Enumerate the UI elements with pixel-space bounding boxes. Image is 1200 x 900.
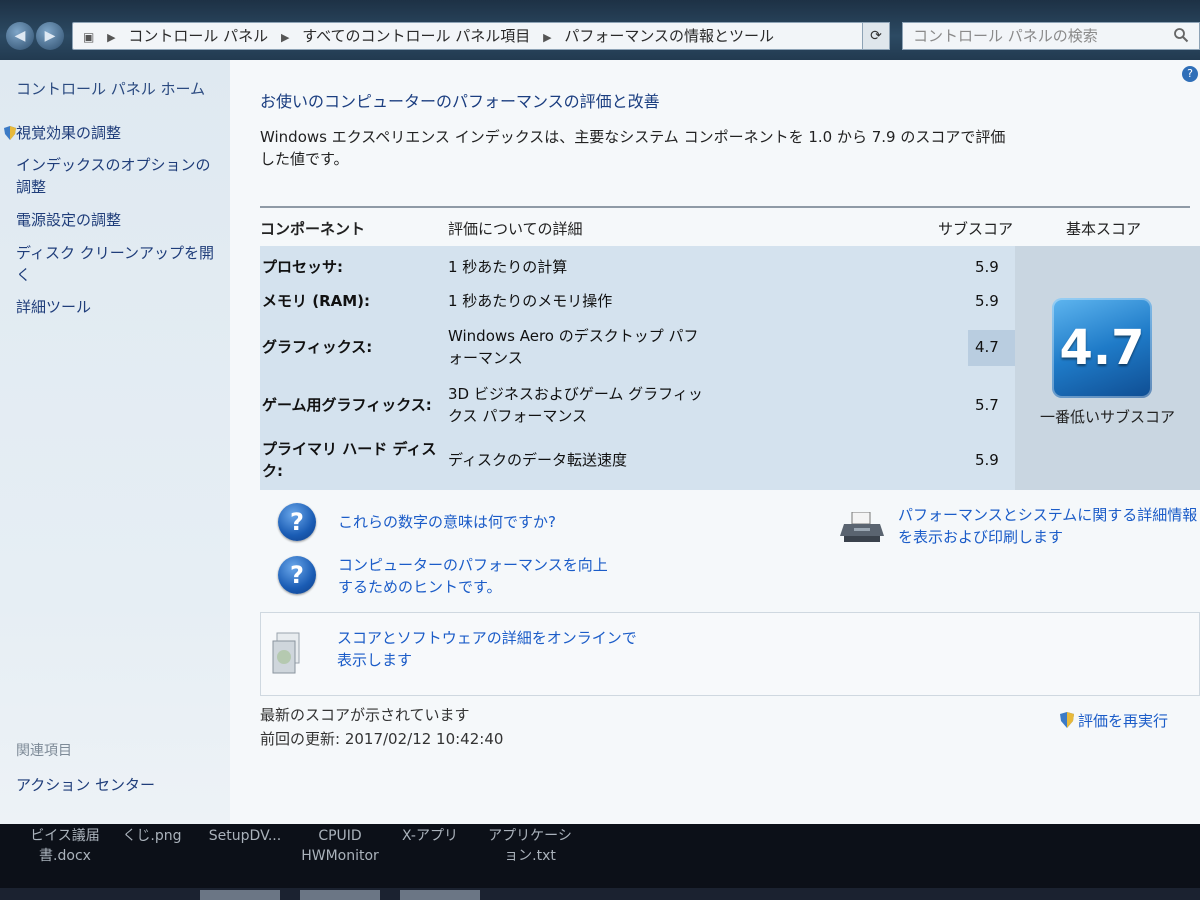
address-bar-area: ◀ ▶ ▣ ▶ コントロール パネル ▶ すべてのコントロール パネル項目 ▶ … xyxy=(0,0,1200,60)
search-input[interactable]: コントロール パネルの検索 xyxy=(902,22,1200,50)
shield-icon xyxy=(1060,712,1074,728)
taskbar-button[interactable] xyxy=(400,890,480,900)
desktop-item[interactable]: ビイス議届 書.docx xyxy=(20,826,110,866)
main-panel: ? お使いのコンピューターのパフォーマンスの評価と改善 Windows エクスペ… xyxy=(230,60,1200,824)
rerun-assessment-link[interactable]: 評価を再実行 xyxy=(1060,710,1169,731)
taskbar-button[interactable] xyxy=(300,890,380,900)
desktop-item-label: ョン.txt xyxy=(504,848,556,864)
row-component: メモリ (RAM): xyxy=(262,292,371,310)
online-details-box: スコアとソフトウェアの詳細をオンラインで表示します xyxy=(260,612,1200,696)
page-title: お使いのコンピューターのパフォーマンスの評価と改善 xyxy=(260,92,660,111)
row-details: 1 秒あたりのメモリ操作 xyxy=(448,292,613,310)
printer-icon xyxy=(840,512,884,542)
row-subscore: 5.9 xyxy=(975,451,999,469)
breadcrumb-separator-icon: ▶ xyxy=(543,31,552,44)
help-question-icon: ? xyxy=(278,556,316,594)
breadcrumb-separator-icon: ▶ xyxy=(107,31,116,44)
back-button[interactable]: ◀ xyxy=(6,22,34,50)
column-header-subscore: サブスコア xyxy=(938,220,1014,238)
help-question-icon: ? xyxy=(278,503,316,541)
row-component: プライマリ ハード ディスク: xyxy=(262,440,437,480)
desktop-item-label: 書.docx xyxy=(39,848,91,864)
link-online-details[interactable]: スコアとソフトウェアの詳細をオンラインで表示します xyxy=(337,627,637,671)
page-description: Windows エクスペリエンス インデックスは、主要なシステム コンポーネント… xyxy=(260,128,1006,168)
related-heading: 関連項目 xyxy=(16,743,72,759)
sidebar-item-advanced-tools[interactable]: 詳細ツール xyxy=(16,296,221,318)
breadcrumb-item[interactable]: パフォーマンスの情報とツール xyxy=(564,27,774,45)
search-placeholder: コントロール パネルの検索 xyxy=(913,27,1098,45)
row-subscore: 5.7 xyxy=(975,396,999,414)
desktop-item[interactable]: アプリケーシ ョン.txt xyxy=(470,826,590,866)
table-divider xyxy=(260,206,1190,208)
sidebar-item-visual-effects[interactable]: 視覚効果の調整 xyxy=(4,122,221,144)
desktop-item-label: アプリケーシ xyxy=(488,828,572,844)
shield-icon xyxy=(4,126,16,140)
column-header-details: 評価についての詳細 xyxy=(448,220,583,238)
base-score-badge: 4.7 xyxy=(1052,298,1152,398)
sidebar-item-power-settings[interactable]: 電源設定の調整 xyxy=(16,209,221,231)
row-component: ゲーム用グラフィックス: xyxy=(262,396,432,414)
row-component: プロセッサ: xyxy=(262,258,343,276)
desktop-item-label: SetupDV... xyxy=(208,828,282,844)
breadcrumb-item[interactable]: コントロール パネル xyxy=(128,27,268,45)
taskbar xyxy=(0,888,1200,900)
base-score-caption: 一番低いサブスコア xyxy=(1039,408,1175,426)
last-update-text: 前回の更新: 2017/02/12 10:42:40 xyxy=(260,730,504,748)
search-icon[interactable] xyxy=(1173,27,1189,43)
sidebar-home-link[interactable]: コントロール パネル ホーム xyxy=(16,78,221,100)
taskbar-button[interactable] xyxy=(200,890,280,900)
forward-button[interactable]: ▶ xyxy=(36,22,64,50)
desktop-item-label: くじ.png xyxy=(122,828,182,844)
desktop-item[interactable]: CPUID HWMonitor xyxy=(290,826,390,866)
row-details: 1 秒あたりの計算 xyxy=(448,258,568,276)
row-subscore: 5.9 xyxy=(975,258,999,276)
sidebar-item-action-center[interactable]: アクション センター xyxy=(16,774,155,795)
rerun-label: 評価を再実行 xyxy=(1078,712,1169,730)
address-field[interactable]: ▣ ▶ コントロール パネル ▶ すべてのコントロール パネル項目 ▶ パフォー… xyxy=(72,22,890,50)
desktop-item-label: HWMonitor xyxy=(301,848,379,864)
link-score-meaning[interactable]: これらの数字の意味は何ですか? xyxy=(338,511,556,533)
breadcrumb-separator-icon: ▶ xyxy=(280,31,290,44)
row-subscore: 4.7 xyxy=(975,338,999,356)
sidebar-item-indexing-options[interactable]: インデックスのオプションの調整 xyxy=(16,154,221,198)
link-performance-tips[interactable]: コンピューターのパフォーマンスを向上するためのヒントです。 xyxy=(338,554,618,598)
refresh-button[interactable]: ⟳ xyxy=(862,22,890,50)
desktop-item[interactable]: SetupDV... xyxy=(200,826,290,846)
desktop-item-label: X-アプリ xyxy=(402,828,458,844)
sidebar-item-disk-cleanup[interactable]: ディスク クリーンアップを開く xyxy=(16,242,221,286)
help-icon[interactable]: ? xyxy=(1182,66,1198,82)
desktop-item[interactable]: X-アプリ xyxy=(390,826,470,846)
sidebar: コントロール パネル ホーム 視覚効果の調整 インデックスのオプションの調整 電… xyxy=(0,60,230,824)
link-print-details[interactable]: パフォーマンスとシステムに関する詳細情報を表示および印刷します xyxy=(898,504,1198,548)
sidebar-item-label: 視覚効果の調整 xyxy=(16,124,122,142)
software-box-icon xyxy=(272,632,300,674)
desktop-item-label: ビイス議届 xyxy=(30,828,100,844)
desktop-item[interactable]: くじ.png xyxy=(112,826,192,846)
breadcrumb-item[interactable]: すべてのコントロール パネル項目 xyxy=(302,27,530,45)
status-text: 最新のスコアが示されています xyxy=(260,706,470,724)
row-details: ディスクのデータ転送速度 xyxy=(448,451,627,469)
column-header-component: コンポーネント xyxy=(260,220,366,238)
row-details: 3D ビジネスおよびゲーム グラフィックス パフォーマンス xyxy=(448,385,703,425)
folder-icon: ▣ xyxy=(83,30,95,44)
column-header-basescore: 基本スコア xyxy=(1066,220,1142,238)
base-score-panel: 4.7 一番低いサブスコア xyxy=(1015,246,1200,490)
desktop-item-label: CPUID xyxy=(318,828,362,844)
row-component: グラフィックス: xyxy=(262,338,373,356)
row-details: Windows Aero のデスクトップ パフォーマンス xyxy=(448,327,699,367)
row-subscore: 5.9 xyxy=(975,292,999,310)
